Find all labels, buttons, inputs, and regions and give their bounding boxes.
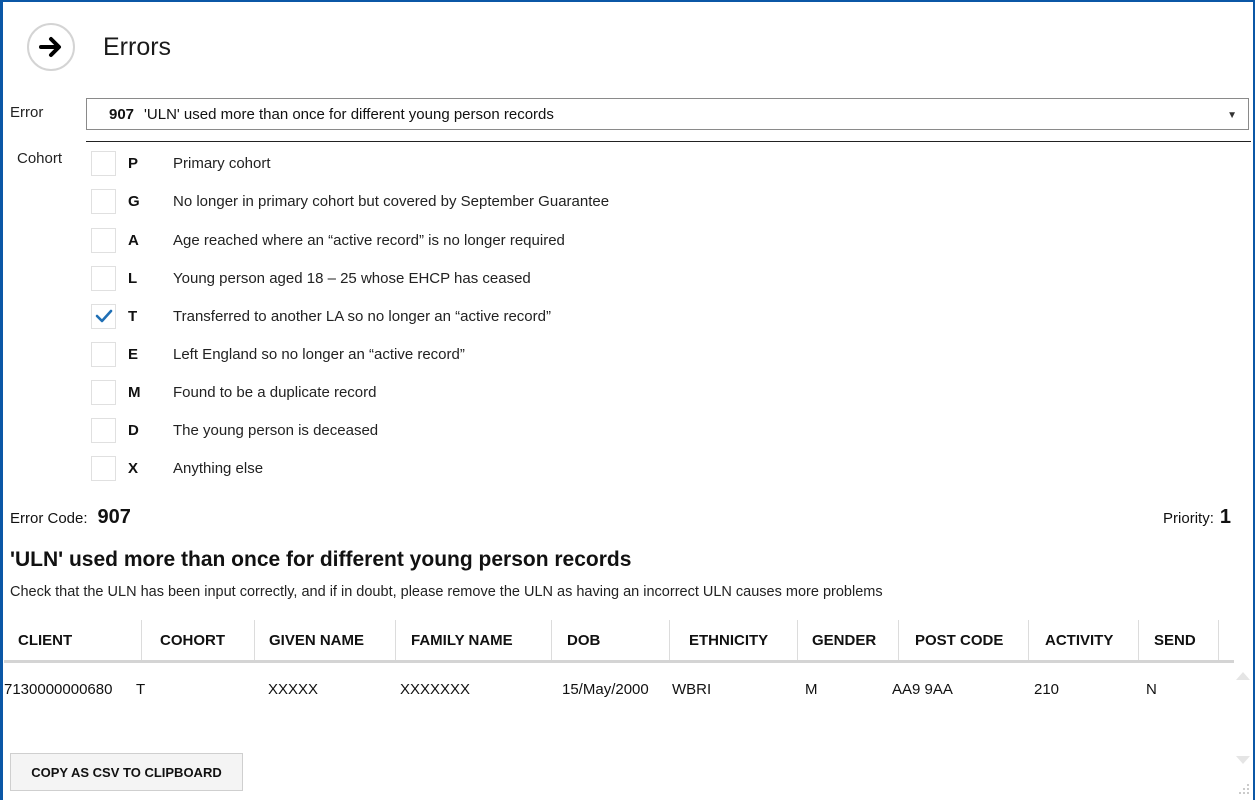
column-header-family-name[interactable]: FAMILY NAME (396, 620, 552, 660)
cohort-code: T (128, 307, 138, 325)
cohort-desc: The young person is deceased (173, 421, 379, 439)
error-code-label: Error Code: (10, 510, 88, 527)
error-dropdown[interactable]: 907 'ULN' used more than once for differ… (86, 98, 1249, 130)
table-cell-gender: M (805, 680, 818, 698)
error-description: Check that the ULN has been input correc… (10, 584, 883, 600)
table-cell-client: 7130000000680 (4, 680, 113, 698)
cohort-desc: Left England so no longer an “active rec… (173, 345, 465, 363)
cohort-desc: Age reached where an “active record” is … (173, 231, 565, 249)
column-header-send[interactable]: SEND (1139, 620, 1219, 660)
cohort-code: D (128, 421, 139, 439)
cohort-desc: Anything else (173, 459, 264, 477)
column-header-gender[interactable]: GENDER (798, 620, 899, 660)
records-table: CLIENT COHORT GIVEN NAME FAMILY NAME DOB… (4, 620, 1234, 707)
table-cell-given-name: XXXXX (268, 680, 319, 698)
cohort-item-l: L Young person aged 18 – 25 whose EHCP h… (91, 263, 891, 293)
table-cell-cohort: T (136, 680, 146, 698)
table-cell-family-name: XXXXXXX (400, 680, 471, 698)
cohort-desc: Primary cohort (173, 154, 271, 172)
table-cell-post-code: AA9 9AA (892, 680, 953, 698)
window-frame-top (0, 0, 1255, 2)
priority-value: 1 (1219, 506, 1231, 528)
cohort-code: L (128, 269, 138, 287)
table-header: CLIENT COHORT GIVEN NAME FAMILY NAME DOB… (4, 620, 1234, 663)
cohort-item-m: M Found to be a duplicate record (91, 377, 891, 407)
divider (86, 141, 1251, 142)
caret-down-icon: ▼ (1227, 110, 1237, 121)
page-title: Errors (103, 32, 172, 61)
cohort-checkbox-x[interactable] (91, 455, 116, 481)
cohort-desc: Young person aged 18 – 25 whose EHCP has… (173, 269, 531, 287)
error-label: Error (10, 104, 44, 121)
cohort-code: A (128, 231, 139, 249)
cohort-code: M (128, 383, 141, 401)
cohort-desc: Found to be a duplicate record (173, 383, 377, 401)
cohort-checkbox-e[interactable] (91, 341, 116, 367)
cohort-label: Cohort (17, 150, 63, 167)
column-header-given-name[interactable]: GIVEN NAME (255, 620, 396, 660)
column-header-client[interactable]: CLIENT (4, 620, 142, 660)
cohort-code: X (128, 459, 139, 477)
error-heading: 'ULN' used more than once for different … (10, 548, 632, 571)
cohort-checkbox-m[interactable] (91, 379, 116, 405)
table-row[interactable]: 7130000000680 T XXXXX XXXXXXX 15/May/200… (4, 671, 1234, 707)
error-code-row: Error Code: 907 (10, 506, 131, 529)
table-cell-ethnicity: WBRI (672, 680, 712, 698)
cohort-checkbox-p[interactable] (91, 150, 116, 176)
cohort-checkbox-g[interactable] (91, 188, 116, 214)
cohort-item-t: T Transferred to another LA so no longer… (91, 301, 891, 331)
cohort-checkbox-l[interactable] (91, 265, 116, 291)
cohort-code: P (128, 154, 139, 172)
cohort-item-g: G No longer in primary cohort but covere… (91, 186, 891, 216)
scroll-up-arrow-icon[interactable] (1236, 672, 1250, 680)
back-button[interactable] (27, 23, 75, 71)
header: Errors (27, 22, 171, 72)
cohort-checkbox-a[interactable] (91, 227, 116, 253)
copy-csv-button[interactable]: COPY AS CSV TO CLIPBOARD (10, 753, 243, 791)
table-cell-activity: 210 (1034, 680, 1060, 698)
column-header-ethnicity[interactable]: ETHNICITY (670, 620, 798, 660)
cohort-checkbox-t[interactable] (91, 303, 116, 329)
priority-label: Priority: (1163, 510, 1214, 527)
error-code-value: 907 (97, 506, 131, 528)
cohort-desc: Transferred to another LA so no longer a… (173, 307, 551, 325)
column-header-activity[interactable]: ACTIVITY (1029, 620, 1139, 660)
cohort-item-d: D The young person is deceased (91, 415, 891, 445)
cohort-desc: No longer in primary cohort but covered … (173, 192, 610, 210)
window-frame-left (0, 0, 3, 800)
cohort-item-x: X Anything else (91, 453, 891, 483)
priority-row: Priority: 1 (1163, 506, 1231, 529)
error-dropdown-text: 'ULN' used more than once for different … (144, 105, 554, 123)
column-header-post-code[interactable]: POST CODE (899, 620, 1029, 660)
resize-grip-icon[interactable] (1238, 783, 1250, 795)
cohort-code: E (128, 345, 139, 363)
cohort-code: G (128, 192, 140, 210)
arrow-right-circle-icon (39, 37, 61, 57)
table-cell-send: N (1146, 680, 1157, 698)
scroll-down-arrow-icon[interactable] (1236, 756, 1250, 764)
cohort-item-p: P Primary cohort (91, 148, 891, 178)
column-header-dob[interactable]: DOB (552, 620, 670, 660)
table-cell-dob: 15/May/2000 (562, 680, 649, 698)
checkmark-icon (95, 309, 112, 323)
cohort-checkbox-d[interactable] (91, 417, 116, 443)
cohort-item-a: A Age reached where an “active record” i… (91, 225, 891, 255)
error-dropdown-code: 907 (109, 105, 135, 123)
cohort-item-e: E Left England so no longer an “active r… (91, 339, 891, 369)
column-header-cohort[interactable]: COHORT (142, 620, 255, 660)
